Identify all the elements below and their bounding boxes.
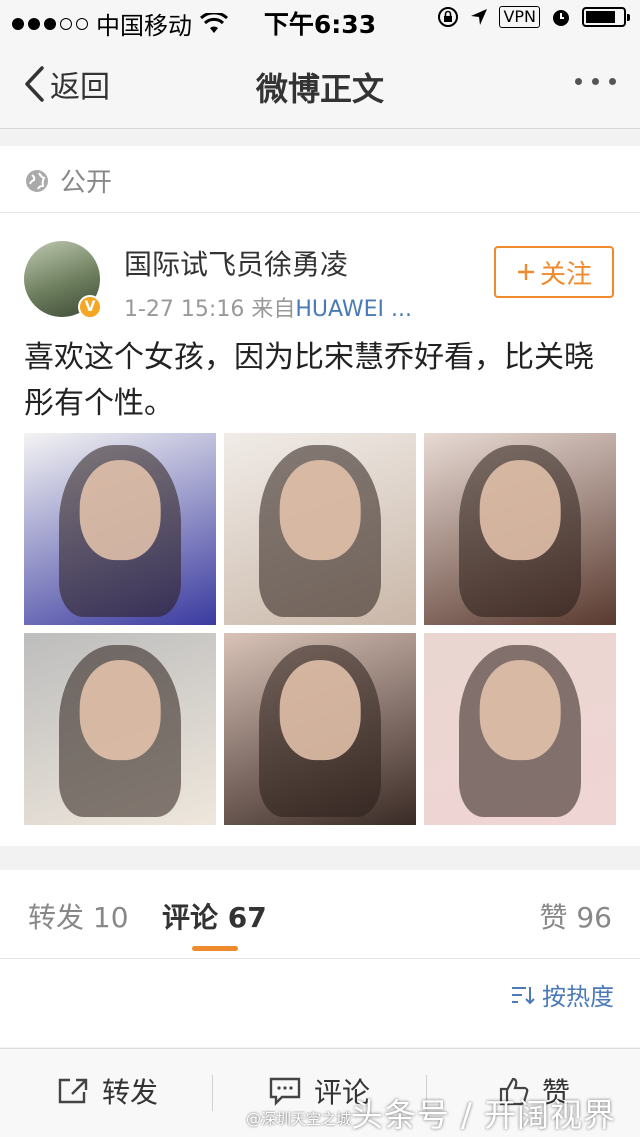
globe-icon xyxy=(26,169,48,192)
photo-face-shape xyxy=(479,459,561,560)
page-title: 微博正文 xyxy=(255,70,384,108)
post-source-link[interactable]: HUAWEI ... xyxy=(295,297,412,322)
post-timestamp: 1-27 15:16 xyxy=(124,297,245,322)
navigation-bar: 返回 微博正文 xyxy=(0,40,640,129)
post-card: V 国际试飞员徐勇凌 1-27 15:16 来自HUAWEI ... 关注 喜欢… xyxy=(0,213,640,846)
post-meta: 1-27 15:16 来自HUAWEI ... xyxy=(124,291,412,323)
post-image[interactable] xyxy=(24,633,216,825)
photo-face-shape xyxy=(79,459,161,560)
source-prefix: 来自 xyxy=(251,297,296,322)
tab-like[interactable]: 赞 96 xyxy=(539,896,612,936)
verified-badge-icon: V xyxy=(78,295,102,319)
follow-button[interactable]: 关注 xyxy=(494,246,614,298)
photo-face-shape xyxy=(79,659,161,760)
photo-face-shape xyxy=(279,659,361,760)
post-image[interactable] xyxy=(424,433,616,625)
sort-icon xyxy=(512,986,535,1004)
comment-icon xyxy=(269,1077,301,1106)
plus-icon xyxy=(517,264,534,280)
repost-button[interactable]: 转发 xyxy=(56,1071,158,1111)
engagement-tabs: 转发 10 评论 67 赞 96 xyxy=(0,870,640,959)
repost-label: 转发 xyxy=(102,1076,159,1109)
photo-face-shape xyxy=(279,459,361,560)
watermark-handle: @深圳天空之城 xyxy=(246,1110,352,1128)
battery-icon xyxy=(582,7,630,27)
follow-label: 关注 xyxy=(539,259,592,290)
avatar[interactable]: V xyxy=(24,241,102,319)
post-username[interactable]: 国际试飞员徐勇凌 xyxy=(124,243,348,283)
status-bar: 中国移动 下午6:33 VPN xyxy=(0,0,640,40)
vpn-badge: VPN xyxy=(499,6,540,28)
post-image[interactable] xyxy=(224,633,416,825)
tab-repost[interactable]: 转发 10 xyxy=(28,896,129,936)
sort-label: 按热度 xyxy=(542,983,614,1011)
post-image[interactable] xyxy=(24,433,216,625)
sort-by-hot-button[interactable]: 按热度 xyxy=(510,977,614,1012)
tab-comment[interactable]: 评论 67 xyxy=(162,896,267,936)
photo-face-shape xyxy=(479,659,561,760)
share-icon xyxy=(58,1078,88,1104)
image-grid xyxy=(24,433,616,825)
watermark-text: 头条号 / 开阔视界 xyxy=(350,1096,616,1134)
location-arrow-icon xyxy=(471,9,488,25)
active-tab-indicator xyxy=(192,946,238,951)
visibility-row: 公开 xyxy=(0,146,640,213)
post-text: 喜欢这个女孩，因为比宋慧乔好看，比关晓彤有个性。 xyxy=(24,340,594,421)
rotation-lock-icon xyxy=(438,7,459,27)
divider xyxy=(212,1075,213,1111)
visibility-label: 公开 xyxy=(60,168,113,198)
more-options-icon[interactable] xyxy=(575,78,616,85)
sort-row: 按热度 xyxy=(0,959,640,1047)
post-image[interactable] xyxy=(424,633,616,825)
alarm-icon xyxy=(553,10,569,26)
post-image[interactable] xyxy=(224,433,416,625)
